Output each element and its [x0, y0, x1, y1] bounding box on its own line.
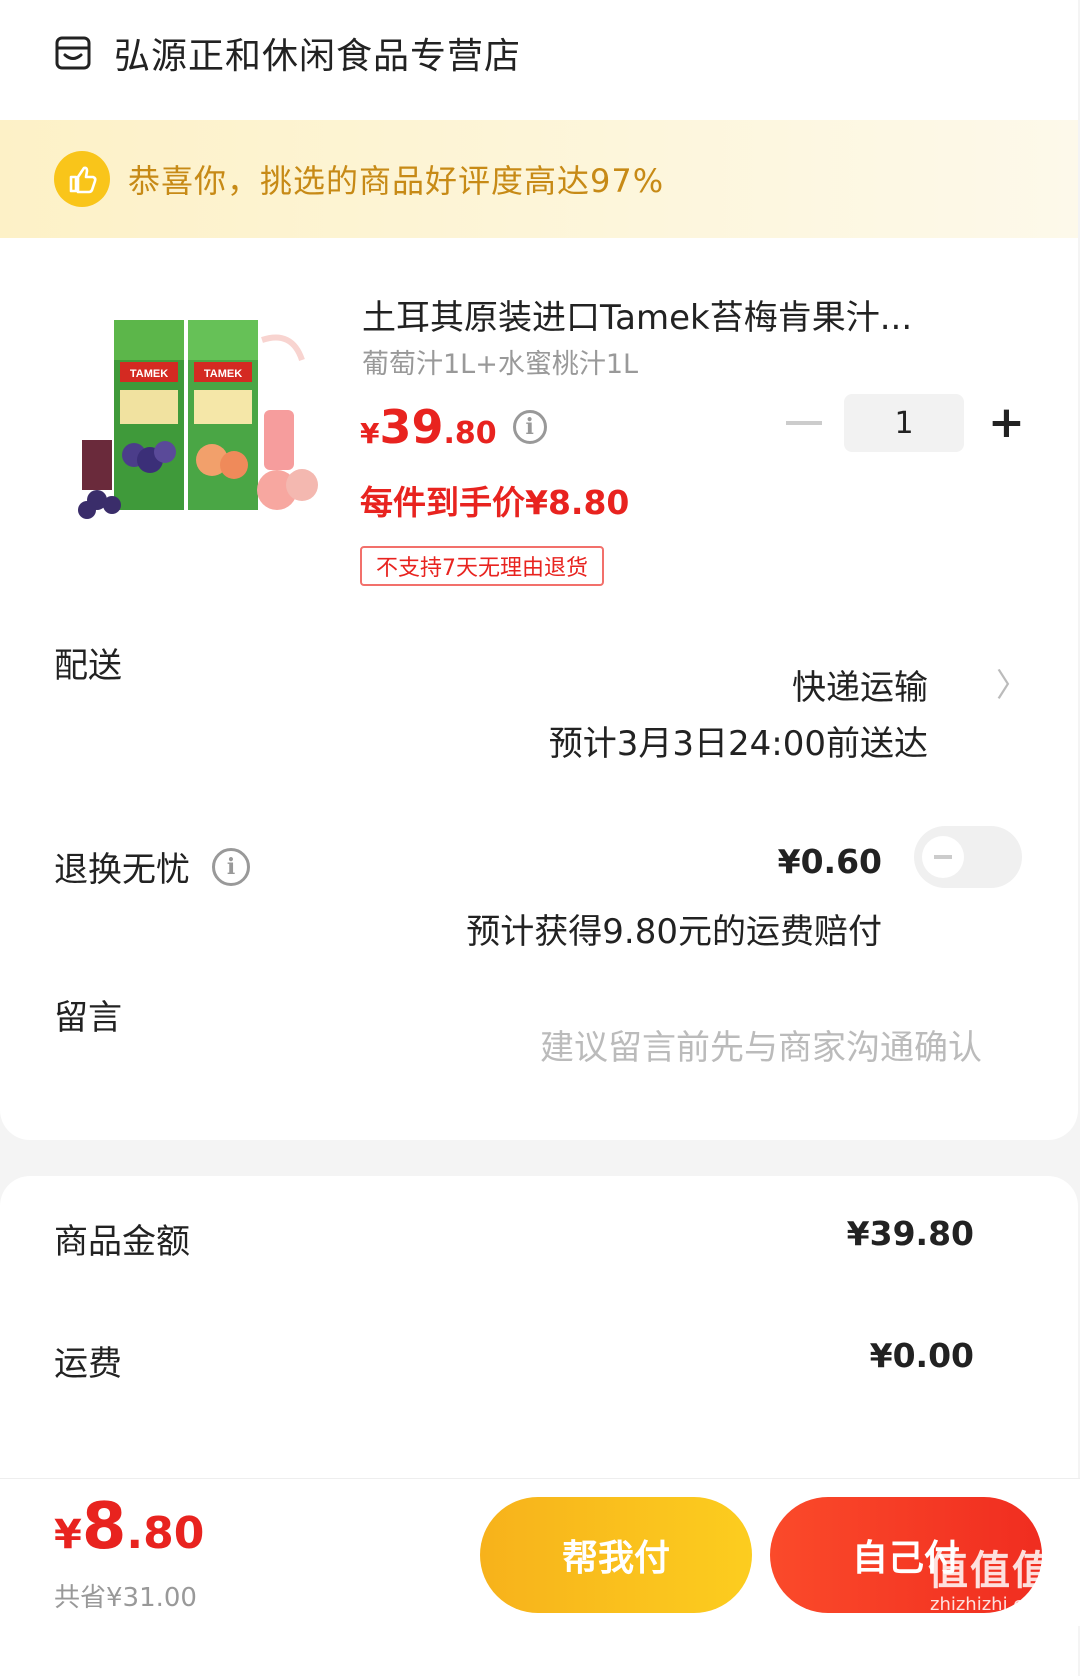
return-insurance-label: 退换无忧: [54, 850, 190, 890]
freight-label: 运费: [54, 1344, 122, 1384]
product-spec[interactable]: 葡萄汁1L+水蜜桃汁1L: [362, 342, 638, 381]
return-compensation: 预计获得9.80元的运费赔付: [466, 912, 882, 952]
rating-banner: 恭喜你，挑选的商品好评度高达97%: [0, 120, 1078, 238]
return-insurance-row: 退换无忧 i: [54, 842, 250, 891]
product-price: ¥ 39 .80 i: [360, 400, 547, 454]
price-decimal: .80: [443, 416, 497, 451]
price-currency: ¥: [360, 417, 380, 450]
freight-value: ¥0.00: [869, 1336, 974, 1375]
no-return-tag: 不支持7天无理由退货: [360, 546, 604, 586]
quantity-stepper: 1 +: [786, 394, 1025, 452]
price-integer: 39: [379, 400, 444, 454]
message-input[interactable]: 建议留言前先与商家沟通确认: [540, 1020, 982, 1069]
help-pay-button[interactable]: 帮我付: [480, 1497, 752, 1613]
order-card: 弘源正和休闲食品专营店 恭喜你，挑选的商品好评度高达97% TAMEK TAME…: [0, 0, 1078, 1140]
toggle-knob: [922, 836, 964, 878]
total-decimal: .80: [126, 1508, 205, 1559]
total-price: ¥ 8 .80: [54, 1490, 204, 1564]
unit-price: 每件到手价¥8.80: [360, 483, 630, 522]
goods-amount-label: 商品金额: [54, 1222, 190, 1262]
saved-amount: 共省¥31.00: [54, 1583, 197, 1613]
increase-button[interactable]: +: [988, 401, 1025, 445]
return-insurance-toggle[interactable]: [914, 826, 1022, 888]
goods-amount-value: ¥39.80: [846, 1214, 974, 1253]
shipping-eta: 预计3月3日24:00前送达: [548, 724, 928, 764]
thumbs-up-icon: [54, 151, 110, 207]
chevron-right-icon[interactable]: 〉: [996, 660, 1028, 706]
shipping-label: 配送: [54, 646, 122, 686]
watermark: 值值值: [928, 1548, 1054, 1594]
store-header[interactable]: 弘源正和休闲食品专营店: [54, 18, 521, 88]
message-label: 留言: [54, 998, 122, 1038]
quantity-input[interactable]: 1: [844, 394, 964, 452]
store-icon: [55, 36, 91, 70]
return-insurance-price: ¥0.60: [777, 842, 882, 881]
return-info-icon[interactable]: i: [212, 847, 250, 886]
watermark-url: zhizhizhi.com: [930, 1594, 1052, 1615]
product-title[interactable]: 土耳其原装进口Tamek苔梅肯果汁...: [362, 290, 912, 339]
svg-text:TAMEK: TAMEK: [204, 368, 242, 380]
product-image[interactable]: TAMEK TAMEK: [62, 300, 332, 550]
svg-text:TAMEK: TAMEK: [130, 368, 168, 380]
store-name: 弘源正和休闲食品专营店: [114, 36, 522, 77]
total-currency: ¥: [54, 1512, 82, 1558]
shipping-method[interactable]: 快递运输: [792, 660, 928, 709]
decrease-button[interactable]: [786, 421, 822, 425]
banner-text: 恭喜你，挑选的商品好评度高达97%: [128, 162, 665, 200]
total-integer: 8: [81, 1490, 127, 1564]
price-info-icon[interactable]: i: [512, 410, 547, 444]
